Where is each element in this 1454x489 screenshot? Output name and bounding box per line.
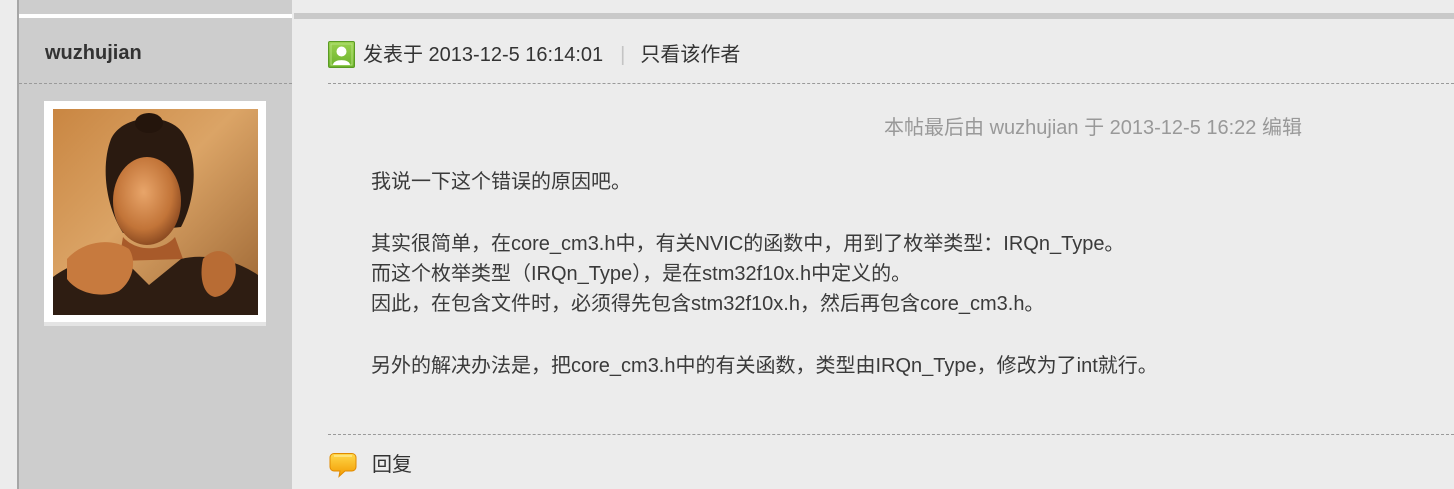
post-top-divider (294, 13, 1454, 19)
user-online-icon (328, 41, 355, 68)
post-paragraph: 其实很简单，在core_cm3.h中，有关NVIC的函数中，用到了枚举类型：IR… (371, 229, 1158, 319)
sidebar-top-divider (19, 14, 292, 18)
post-line: 其实很简单，在core_cm3.h中，有关NVIC的函数中，用到了枚举类型：IR… (371, 233, 1125, 255)
only-author-link[interactable]: 只看该作者 (640, 42, 740, 68)
post-main: 发表于 2013-12-5 16:14:01 | 只看该作者 本帖最后由 wuz… (293, 0, 1454, 489)
post-line: 因此，在包含文件时，必须得先包含stm32f10x.h，然后再包含core_cm… (371, 293, 1045, 315)
post-timestamp: 发表于 2013-12-5 16:14:01 (363, 43, 604, 66)
author-username[interactable]: wuzhujian (45, 40, 142, 66)
post-line: 另外的解决办法是，把core_cm3.h中的有关函数，类型由IRQn_Type，… (371, 355, 1158, 377)
meta-separator: | (620, 43, 626, 66)
avatar[interactable] (44, 101, 266, 322)
forum-post-page: wuzhujian 发表于 2013-12-5 16:14:01 | 只看该作者… (0, 0, 1454, 489)
post-paragraph: 我说一下这个错误的原因吧。 (371, 167, 1158, 197)
post-meta: 发表于 2013-12-5 16:14:01 | 只看该作者 (328, 41, 740, 68)
page-left-border (0, 0, 19, 489)
post-line: 我说一下这个错误的原因吧。 (371, 171, 631, 193)
reply-button[interactable]: 回复 (329, 452, 412, 478)
author-sidebar: wuzhujian (19, 0, 292, 489)
sidebar-divider (19, 83, 292, 84)
post-paragraph: 另外的解决办法是，把core_cm3.h中的有关函数，类型由IRQn_Type，… (371, 351, 1158, 381)
edit-status-note: 本帖最后由 wuzhujian 于 2013-12-5 16:22 编辑 (884, 117, 1302, 139)
post-body: 我说一下这个错误的原因吧。 其实很简单，在core_cm3.h中，有关NVIC的… (371, 167, 1158, 381)
post-footer-divider (328, 434, 1454, 435)
avatar-frame-shadow (44, 322, 266, 326)
post-line: 而这个枚举类型（IRQn_Type），是在stm32f10x.h中定义的。 (371, 263, 912, 285)
avatar-image (53, 109, 258, 315)
reply-bubble-icon (329, 452, 357, 478)
reply-label: 回复 (372, 454, 412, 476)
post-header-divider (328, 83, 1454, 84)
